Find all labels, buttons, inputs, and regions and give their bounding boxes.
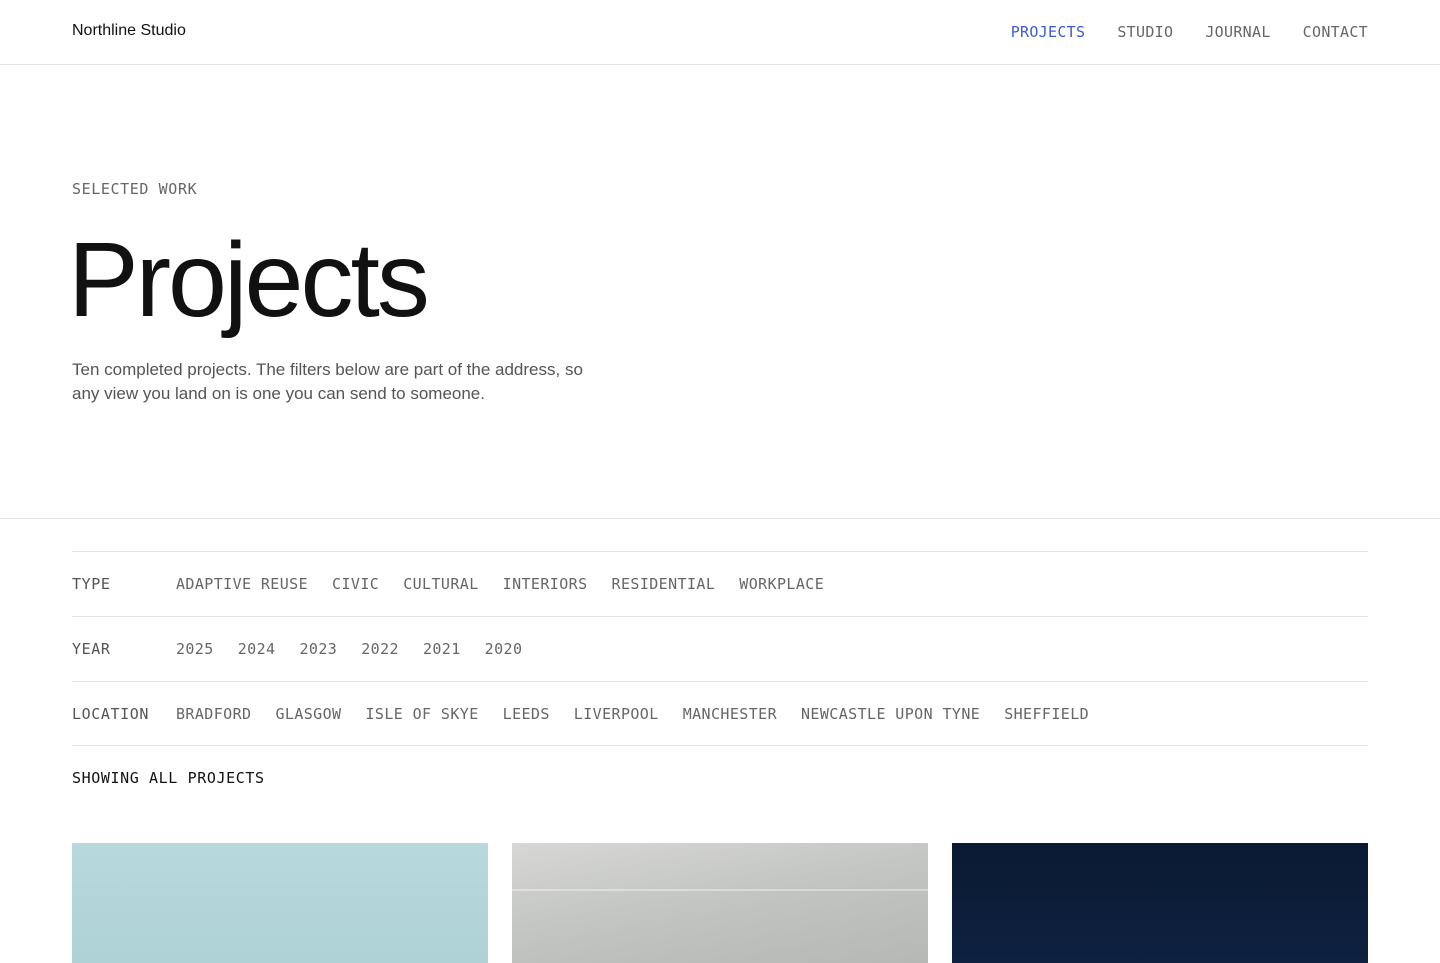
project-card-image[interactable] bbox=[72, 843, 488, 963]
filter-year-2023[interactable]: 2023 bbox=[299, 640, 337, 658]
site-header: Northline Studio PROJECTS STUDIO JOURNAL… bbox=[0, 0, 1440, 65]
filter-row-type: TYPE ADAPTIVE REUSE CIVIC CULTURAL INTER… bbox=[72, 551, 1368, 616]
filter-options-location: BRADFORD GLASGOW ISLE OF SKYE LEEDS LIVE… bbox=[176, 705, 1089, 723]
filter-type-workplace[interactable]: WORKPLACE bbox=[739, 575, 824, 593]
filter-type-interiors[interactable]: INTERIORS bbox=[503, 575, 588, 593]
filter-year-2024[interactable]: 2024 bbox=[238, 640, 276, 658]
filter-year-2021[interactable]: 2021 bbox=[423, 640, 461, 658]
filter-options-year: 2025 2024 2023 2022 2021 2020 bbox=[176, 640, 522, 658]
results-status: SHOWING ALL PROJECTS bbox=[72, 769, 265, 787]
filter-location-sheffield[interactable]: SHEFFIELD bbox=[1004, 705, 1089, 723]
filter-type-cultural[interactable]: CULTURAL bbox=[403, 575, 478, 593]
filter-location-manchester[interactable]: MANCHESTER bbox=[683, 705, 777, 723]
filter-label-year: YEAR bbox=[72, 640, 111, 658]
filter-row-location: LOCATION BRADFORD GLASGOW ISLE OF SKYE L… bbox=[72, 681, 1368, 746]
filter-location-glasgow[interactable]: GLASGOW bbox=[275, 705, 341, 723]
brand-logo[interactable]: Northline Studio bbox=[72, 22, 186, 40]
project-card-image[interactable] bbox=[512, 843, 928, 963]
filter-label-type: TYPE bbox=[72, 575, 111, 593]
filter-type-adaptive-reuse[interactable]: ADAPTIVE REUSE bbox=[176, 575, 308, 593]
filter-location-newcastle-upon-tyne[interactable]: NEWCASTLE UPON TYNE bbox=[801, 705, 980, 723]
nav-journal[interactable]: JOURNAL bbox=[1205, 23, 1270, 41]
filter-location-leeds[interactable]: LEEDS bbox=[503, 705, 550, 723]
project-grid bbox=[72, 843, 1368, 963]
filter-location-liverpool[interactable]: LIVERPOOL bbox=[574, 705, 659, 723]
filter-type-civic[interactable]: CIVIC bbox=[332, 575, 379, 593]
project-card-image[interactable] bbox=[952, 843, 1368, 963]
main-nav: PROJECTS STUDIO JOURNAL CONTACT bbox=[1011, 23, 1368, 41]
nav-contact[interactable]: CONTACT bbox=[1303, 23, 1368, 41]
filter-options-type: ADAPTIVE REUSE CIVIC CULTURAL INTERIORS … bbox=[176, 575, 824, 593]
section-divider bbox=[0, 518, 1440, 519]
filter-type-residential[interactable]: RESIDENTIAL bbox=[612, 575, 716, 593]
filter-year-2022[interactable]: 2022 bbox=[361, 640, 399, 658]
filter-label-location: LOCATION bbox=[72, 704, 150, 723]
page-title: Projects bbox=[68, 221, 430, 339]
nav-projects[interactable]: PROJECTS bbox=[1011, 23, 1086, 41]
filter-year-2020[interactable]: 2020 bbox=[485, 640, 523, 658]
filter-year-2025[interactable]: 2025 bbox=[176, 640, 214, 658]
filter-row-year: YEAR 2025 2024 2023 2022 2021 2020 bbox=[72, 616, 1368, 681]
hero-eyebrow: SELECTED WORK bbox=[72, 180, 198, 198]
filter-location-isle-of-skye[interactable]: ISLE OF SKYE bbox=[365, 705, 478, 723]
hero-description: Ten completed projects. The filters belo… bbox=[72, 360, 583, 403]
filter-panel: TYPE ADAPTIVE REUSE CIVIC CULTURAL INTER… bbox=[72, 551, 1368, 746]
nav-studio[interactable]: STUDIO bbox=[1117, 23, 1173, 41]
filter-location-bradford[interactable]: BRADFORD bbox=[176, 705, 251, 723]
